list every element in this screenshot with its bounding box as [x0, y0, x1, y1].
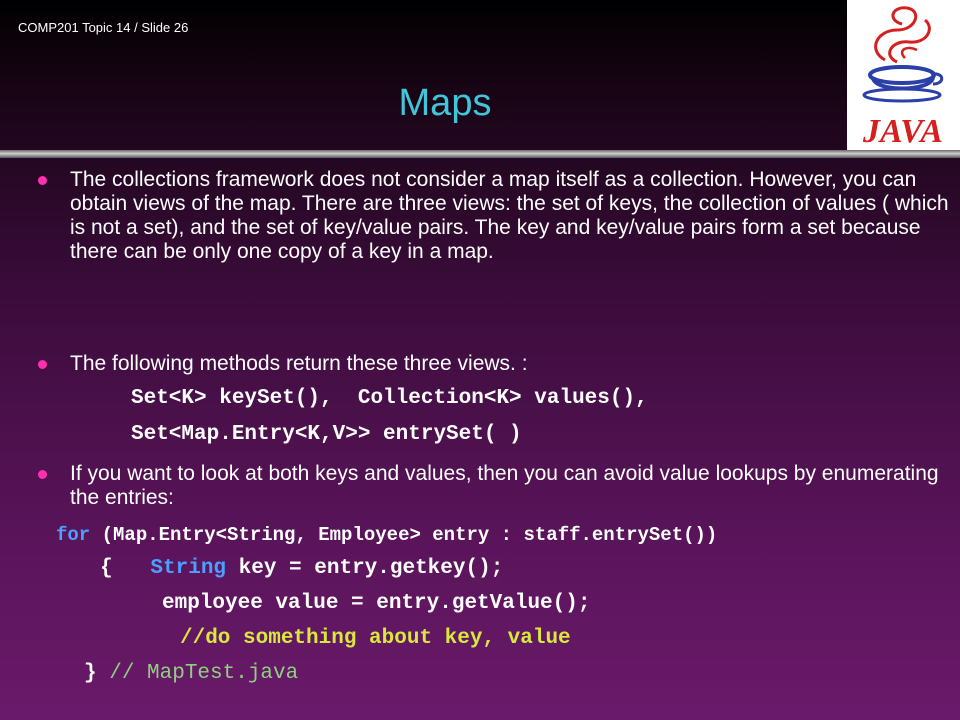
java-logo-icon: JAVA: [847, 0, 960, 150]
for-keyword: for: [56, 524, 91, 546]
code-line-close: } // MapTest.java: [84, 662, 298, 685]
for-rest: (Map.Entry<String, Employee> entry : sta…: [90, 524, 718, 546]
bullet-dot-icon: [38, 360, 47, 369]
code-comment-line: //do something about key, value: [180, 627, 571, 650]
code-line-key: { String key = entry.getkey();: [100, 557, 503, 580]
brace-close: }: [84, 662, 97, 685]
title-divider: [0, 150, 960, 158]
bullet-dot-icon: [38, 176, 47, 185]
code-line-value: employee value = entry.getValue();: [162, 592, 591, 615]
method-line-2: Set<Map.Entry<K,V>> entrySet( ): [131, 423, 522, 446]
key-assignment: key = entry.getkey();: [226, 557, 504, 580]
brace-open: {: [100, 557, 113, 580]
method-line-1: Set<K> keySet(), Collection<K> values(),: [131, 387, 648, 410]
string-keyword: String: [150, 557, 227, 580]
bullet-text-2: The following methods return these three…: [70, 352, 528, 375]
code-line-for: for (Map.Entry<String, Employee> entry :…: [56, 524, 717, 546]
bullet-text-1: The collections framework does not consi…: [70, 168, 949, 263]
trailing-comment: // MapTest.java: [96, 662, 299, 685]
slide-title: Maps: [398, 82, 492, 124]
bullet-text-3: If you want to look at both keys and val…: [70, 462, 939, 509]
bullet-dot-icon: [38, 470, 47, 479]
slide-id: COMP201 Topic 14 / Slide 26: [18, 20, 189, 35]
